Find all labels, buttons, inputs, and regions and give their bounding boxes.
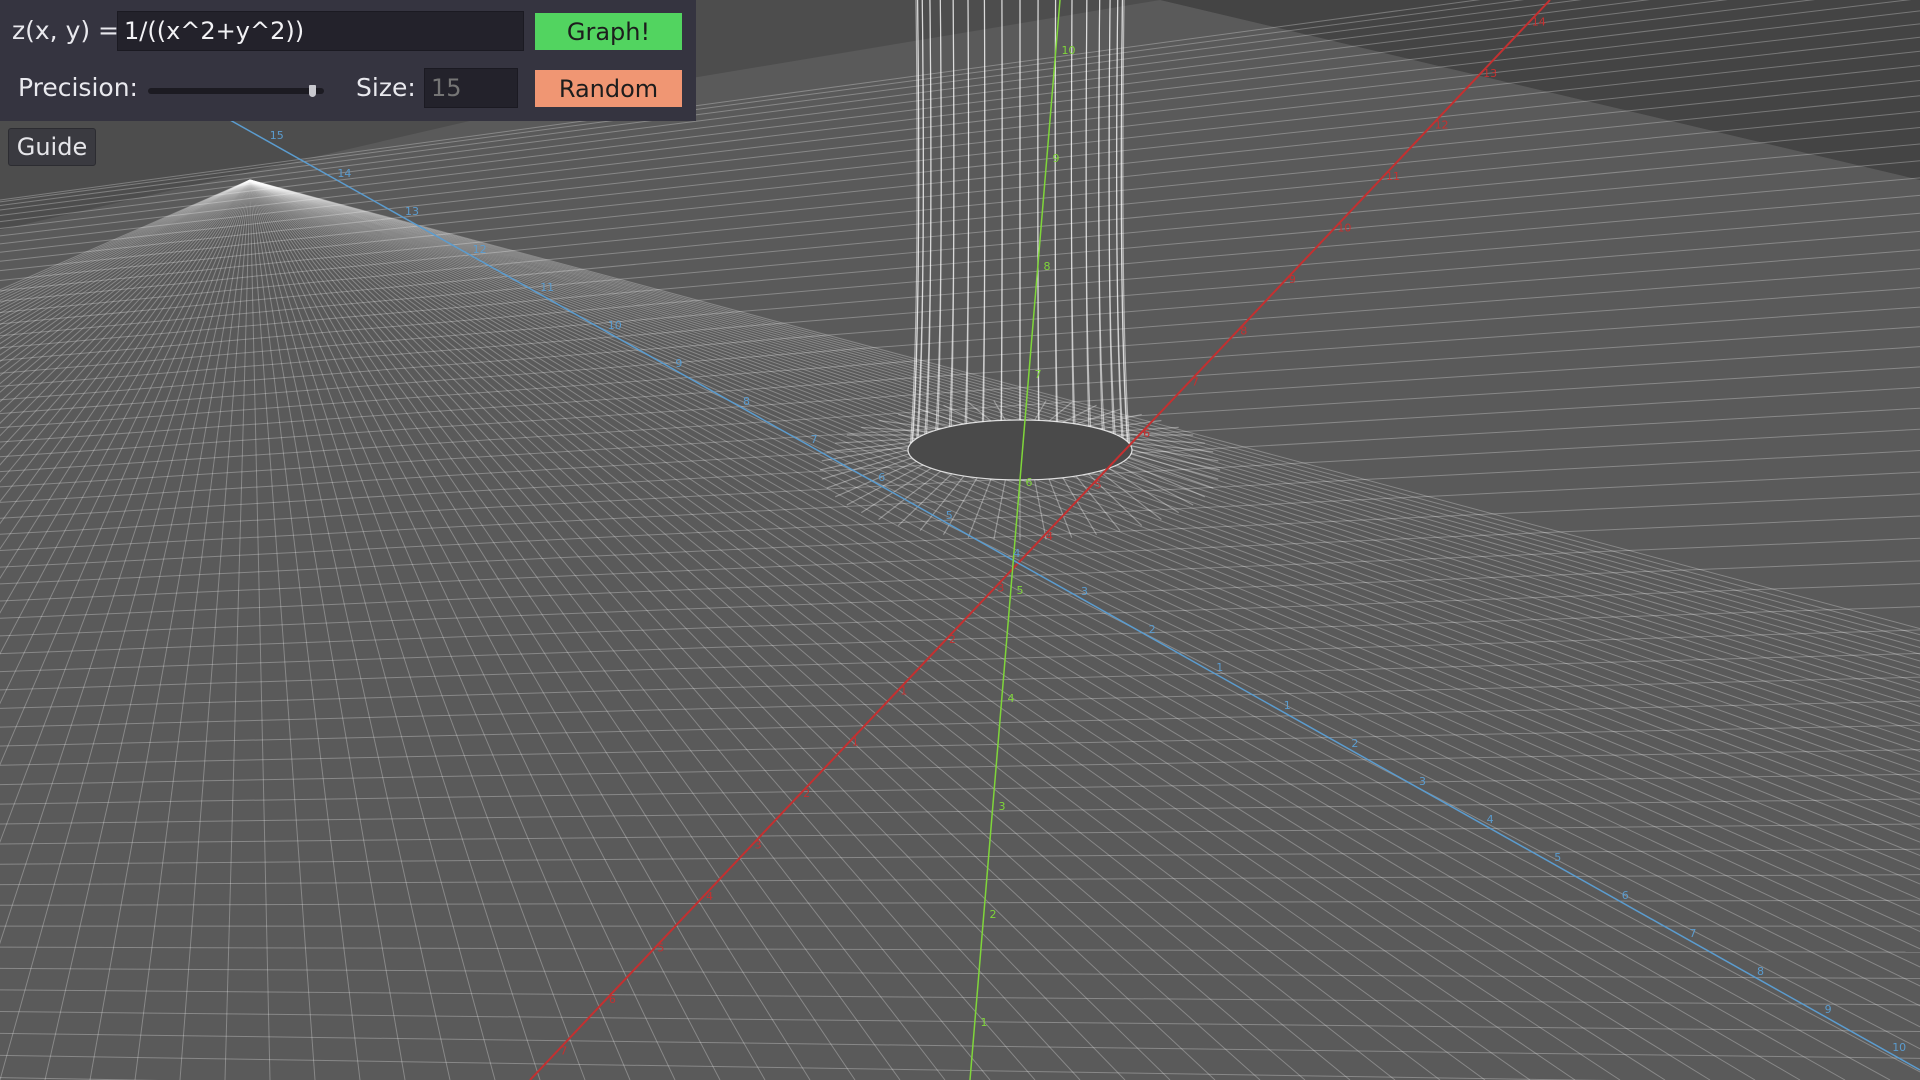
axis-tick-label: 6 bbox=[1143, 427, 1150, 440]
axis-tick-label: 5 bbox=[1017, 584, 1024, 597]
equation-label: z(x, y) = bbox=[12, 16, 120, 45]
axis-tick-label: 6 bbox=[1026, 476, 1033, 489]
axis-tick-label: 4 bbox=[706, 890, 713, 903]
axis-tick-label: 14 bbox=[1532, 16, 1546, 29]
precision-label: Precision: bbox=[18, 73, 138, 102]
precision-slider-handle[interactable] bbox=[309, 85, 316, 97]
graph-viewport[interactable]: 14 13 12 11 10 9 8 7 6 5 4 3 2 1 1 2 3 4 5 6 7 10 9 8 7 6 5 4 3 2 1 1 2 3… bbox=[0, 0, 1920, 1080]
axis-tick-label: 7 bbox=[811, 433, 818, 446]
axis-tick-label: 1 bbox=[1284, 699, 1291, 712]
control-panel: z(x, y) = Graph! Precision: Size: Random bbox=[0, 0, 696, 121]
axis-tick-label: 7 bbox=[1035, 368, 1042, 381]
axis-tick-label: 2 bbox=[1351, 737, 1358, 750]
axis-tick-label: 11 bbox=[540, 281, 554, 294]
axis-tick-label: 4 bbox=[1013, 547, 1020, 560]
axis-tick-label: 3 bbox=[755, 839, 762, 852]
3d-surface-plot[interactable]: 14131211109876543211234567 10987654321123… bbox=[0, 0, 1920, 1080]
equation-input[interactable] bbox=[117, 11, 524, 51]
axis-tick-label: 12 bbox=[473, 243, 487, 256]
axis-tick-label: 9 bbox=[675, 357, 682, 370]
axis-tick-label: 8 bbox=[743, 395, 750, 408]
axis-tick-label: 3 bbox=[999, 800, 1006, 813]
axis-tick-label: 10 bbox=[1892, 1041, 1906, 1054]
axis-tick-label: 9 bbox=[1289, 273, 1296, 286]
axis-tick-label: 10 bbox=[1062, 44, 1076, 57]
axis-tick-label: 6 bbox=[1622, 889, 1629, 902]
graph-button[interactable]: Graph! bbox=[535, 13, 682, 50]
axis-tick-label: 3 bbox=[1419, 775, 1426, 788]
axis-tick-label: 6 bbox=[878, 471, 885, 484]
axis-tick-label: 5 bbox=[946, 509, 953, 522]
axis-tick-label: 7 bbox=[560, 1044, 567, 1057]
axis-tick-label: 5 bbox=[1095, 479, 1102, 492]
axis-tick-label: 5 bbox=[657, 941, 664, 954]
axis-tick-label: 3 bbox=[997, 581, 1004, 594]
axis-tick-label: 9 bbox=[1825, 1003, 1832, 1016]
axis-tick-label: 4 bbox=[1487, 813, 1494, 826]
axis-tick-label: 2 bbox=[990, 908, 997, 921]
axis-tick-label: 8 bbox=[1240, 324, 1247, 337]
axis-tick-label: 6 bbox=[609, 993, 616, 1006]
axis-tick-label: 7 bbox=[1192, 376, 1199, 389]
axis-tick-label: 7 bbox=[1689, 927, 1696, 940]
axis-tick-label: 9 bbox=[1053, 152, 1060, 165]
axis-tick-label: 2 bbox=[803, 787, 810, 800]
axis-tick-label: 2 bbox=[949, 633, 956, 646]
axis-tick-label: 1 bbox=[981, 1016, 988, 1029]
guide-button[interactable]: Guide bbox=[8, 128, 96, 166]
axis-tick-label: 15 bbox=[270, 129, 284, 142]
axis-tick-label: 14 bbox=[337, 167, 351, 180]
random-button[interactable]: Random bbox=[535, 70, 682, 107]
axis-tick-label: 2 bbox=[1149, 623, 1156, 636]
precision-slider[interactable] bbox=[148, 85, 324, 97]
axis-tick-label: 1 bbox=[900, 684, 907, 697]
axis-tick-label: 12 bbox=[1435, 119, 1449, 132]
axis-tick-label: 13 bbox=[1483, 67, 1497, 80]
axis-tick-label: 4 bbox=[1008, 692, 1015, 705]
axis-tick-label: 10 bbox=[608, 319, 622, 332]
precision-slider-track[interactable] bbox=[148, 88, 324, 94]
size-label: Size: bbox=[356, 73, 416, 102]
axis-tick-label: 5 bbox=[1554, 851, 1561, 864]
axis-tick-label: 10 bbox=[1337, 221, 1351, 234]
axis-tick-label: 3 bbox=[1081, 585, 1088, 598]
axis-tick-label: 8 bbox=[1044, 260, 1051, 273]
axis-tick-label: 13 bbox=[405, 205, 419, 218]
axis-tick-label: 1 bbox=[1216, 661, 1223, 674]
axis-tick-label: 4 bbox=[1046, 530, 1053, 543]
axis-tick-label: 8 bbox=[1757, 965, 1764, 978]
axis-tick-label: 1 bbox=[852, 736, 859, 749]
axis-tick-label: 11 bbox=[1386, 170, 1400, 183]
size-input[interactable] bbox=[424, 68, 518, 108]
